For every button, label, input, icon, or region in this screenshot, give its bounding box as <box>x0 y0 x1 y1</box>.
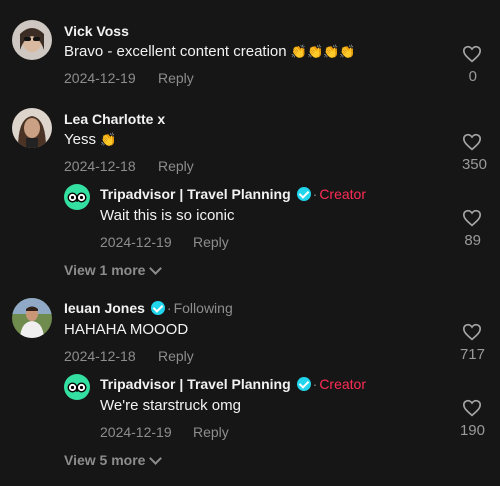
reply-date: 2024-12-19 <box>100 234 172 250</box>
comment-text: Bravo - excellent content creation 👏👏👏👏 <box>64 43 356 60</box>
reply-text: Wait this is so iconic <box>100 207 235 224</box>
comment-author[interactable]: Vick Voss <box>64 23 129 39</box>
following-badge: Following <box>173 300 233 316</box>
avatar[interactable] <box>12 108 52 148</box>
like-count: 717 <box>459 346 485 363</box>
comment-text: HAHAHA MOOOD <box>64 321 189 338</box>
heart-icon <box>462 209 482 227</box>
chevron-down-icon <box>149 451 163 465</box>
reply-button[interactable]: Reply <box>158 348 194 364</box>
tripadvisor-avatar[interactable] <box>64 374 90 400</box>
like-count: 350 <box>461 156 487 173</box>
clapping-emoji: 👏 <box>100 132 117 147</box>
view-more-replies-button[interactable]: View 5 more <box>64 451 163 468</box>
comment-author[interactable]: Lea Charlotte x <box>64 111 165 127</box>
reply-button[interactable]: Reply <box>193 234 229 250</box>
creator-badge: Creator <box>319 186 366 202</box>
like-button[interactable] <box>452 133 492 151</box>
like-button[interactable] <box>452 209 492 227</box>
like-count: 190 <box>459 422 485 439</box>
reply-text: We're starstruck omg <box>100 397 241 414</box>
reply-button[interactable]: Reply <box>158 158 194 174</box>
avatar[interactable] <box>12 20 52 60</box>
comment-date: 2024-12-19 <box>64 70 136 86</box>
reply-button[interactable]: Reply <box>158 70 194 86</box>
tripadvisor-owl-icon <box>67 382 87 393</box>
clapping-emoji: 👏👏👏👏 <box>290 44 356 59</box>
like-button[interactable] <box>452 45 492 63</box>
creator-badge: Creator <box>319 376 366 392</box>
like-count: 89 <box>464 232 481 249</box>
verified-badge-icon <box>150 301 165 315</box>
comment-date: 2024-12-18 <box>64 158 136 174</box>
heart-icon <box>462 133 482 151</box>
reply-date: 2024-12-19 <box>100 424 172 440</box>
verified-badge-icon <box>296 377 311 391</box>
verified-badge-icon <box>296 187 311 201</box>
comment-author[interactable]: Ieuan Jones · Following <box>64 300 233 316</box>
avatar[interactable] <box>12 298 52 338</box>
reply-author[interactable]: Tripadvisor | Travel Planning · Creator <box>100 186 366 202</box>
heart-icon <box>462 323 482 341</box>
tripadvisor-owl-icon <box>67 192 87 203</box>
comment-text: Yess 👏 <box>64 131 117 148</box>
chevron-down-icon <box>149 261 163 275</box>
reply-author[interactable]: Tripadvisor | Travel Planning · Creator <box>100 376 366 392</box>
like-count: 0 <box>468 68 477 85</box>
like-button[interactable] <box>452 399 492 417</box>
like-button[interactable] <box>452 323 492 341</box>
heart-icon <box>462 45 482 63</box>
comment-date: 2024-12-18 <box>64 348 136 364</box>
reply-button[interactable]: Reply <box>193 424 229 440</box>
heart-icon <box>462 399 482 417</box>
view-more-replies-button[interactable]: View 1 more <box>64 261 163 278</box>
tripadvisor-avatar[interactable] <box>64 184 90 210</box>
